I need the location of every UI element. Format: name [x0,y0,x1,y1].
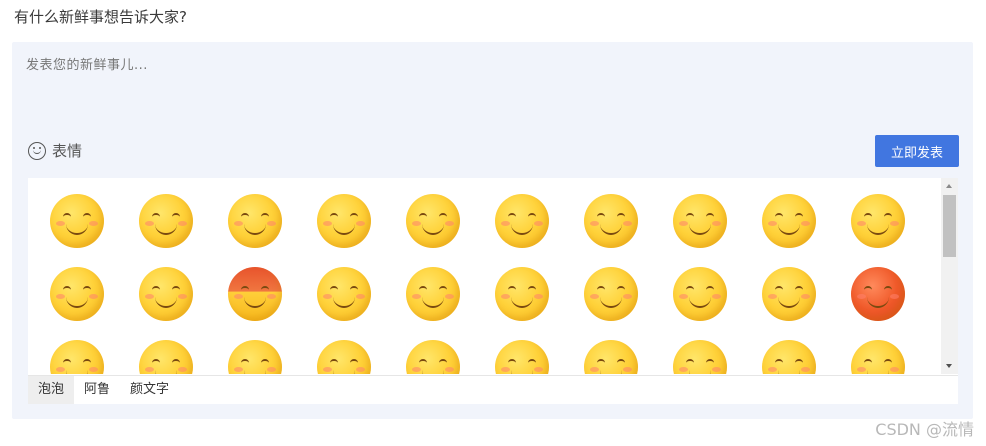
scroll-up-arrow-icon[interactable] [946,184,952,188]
emoji-frown-icon[interactable] [139,267,193,321]
emoji-sunglasses-icon[interactable] [139,340,193,374]
emoji-crying-icon[interactable] [495,267,549,321]
emoji-grin-squint-icon[interactable] [406,194,460,248]
emoji-smug-icon[interactable] [50,267,104,321]
emoji-angry-icon[interactable] [228,267,282,321]
emoji-smirk-icon[interactable] [851,194,905,248]
watermark: CSDN @流情 [875,420,974,439]
emoji-smile-icon[interactable] [50,194,104,248]
emoji-spit-icon[interactable] [673,267,727,321]
emoji-furious-icon[interactable] [406,340,460,374]
emoji-question-icon[interactable] [495,340,549,374]
scroll-thumb[interactable] [943,195,956,257]
emoji-toggle[interactable]: 表情 [28,140,82,161]
emoji-tired-icon[interactable] [317,340,371,374]
emoji-puppy-eyes-icon[interactable] [673,194,727,248]
emoji-dizzy-icon[interactable] [584,340,638,374]
scroll-down-arrow-icon[interactable] [946,364,952,368]
emoji-panel: 泡泡 阿鲁 颜文字 [28,178,958,404]
composer-prompt: 有什么新鲜事想告诉大家? [14,8,187,26]
emoji-scroll-area [28,178,958,374]
emoji-cover-face-icon[interactable] [317,194,371,248]
emoji-think-icon[interactable] [584,267,638,321]
emoji-grid [50,194,940,374]
emoji-surprised-icon[interactable] [228,340,282,374]
emoji-tab-1[interactable]: 阿鲁 [74,376,120,404]
emoji-scrollbar[interactable] [941,178,958,374]
emoji-shy-icon[interactable] [584,194,638,248]
emoji-gasp-icon[interactable] [851,340,905,374]
emoji-tabs: 泡泡 阿鲁 颜文字 [28,375,958,404]
emoji-label: 表情 [52,142,83,160]
emoji-tongue-icon[interactable] [228,194,282,248]
emoji-laugh-heart-icon[interactable] [139,194,193,248]
emoji-shocked-icon[interactable] [762,267,816,321]
composer-box: 发表您的新鲜事儿... 表情 立即发表 泡泡 阿鲁 颜文字 [12,42,973,419]
emoji-tough-icon[interactable] [50,340,104,374]
smile-icon [28,141,46,160]
emoji-annoyed-icon[interactable] [762,340,816,374]
post-textarea[interactable]: 发表您的新鲜事儿... [26,56,956,126]
emoji-tab-2[interactable]: 颜文字 [120,376,179,404]
emoji-yawn-icon[interactable] [762,194,816,248]
emoji-scream-icon[interactable] [673,340,727,374]
emoji-sweat-icon[interactable] [317,267,371,321]
emoji-side-eye-icon[interactable] [406,267,460,321]
publish-button[interactable]: 立即发表 [875,135,959,167]
emoji-red-face-icon[interactable] [851,267,905,321]
emoji-tab-0[interactable]: 泡泡 [28,376,75,404]
emoji-heart-eyes-icon[interactable] [495,194,549,248]
page: 有什么新鲜事想告诉大家? 发表您的新鲜事儿... 表情 立即发表 泡泡 阿鲁 颜文字… [0,0,986,446]
